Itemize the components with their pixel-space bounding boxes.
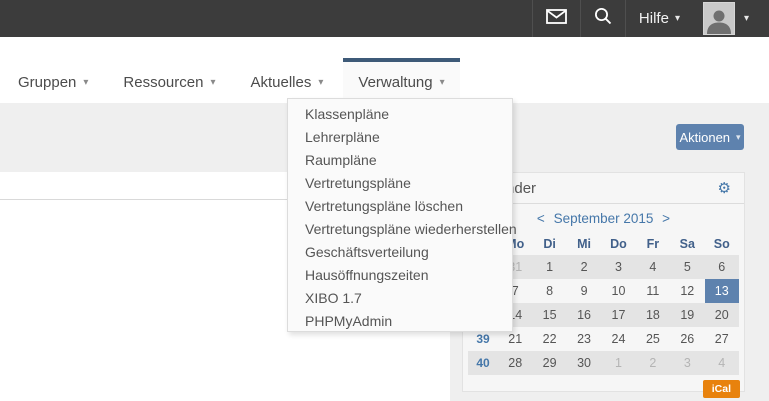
calendar-day[interactable]: 12: [670, 279, 704, 303]
menu-item[interactable]: Vertretungspläne löschen: [288, 195, 512, 218]
page: Hilfe ▾ ▾ Gruppen▾Ressourcen▾Aktuelles▾V…: [0, 0, 769, 401]
ical-button[interactable]: iCal: [703, 380, 740, 398]
calendar-day[interactable]: 4: [636, 255, 670, 279]
nav-item-gruppen[interactable]: Gruppen ▾: [3, 58, 103, 103]
menu-item[interactable]: Vertretungspläne: [288, 172, 512, 195]
calendar-day[interactable]: 23: [567, 327, 601, 351]
nav-item-label: Ressourcen: [123, 74, 203, 91]
help-menu[interactable]: Hilfe ▾: [625, 0, 693, 37]
actions-button-label: Aktionen: [679, 130, 730, 145]
calendar-day[interactable]: 8: [532, 279, 566, 303]
weekday-header: Mi: [567, 232, 601, 255]
menu-item[interactable]: Vertretungspläne wiederherstellen: [288, 218, 512, 241]
calendar-day[interactable]: 25: [636, 327, 670, 351]
menu-item[interactable]: Lehrerpläne: [288, 126, 512, 149]
calendar-week-row: 402829301234: [468, 351, 739, 375]
month-label: September 2015: [554, 211, 654, 226]
calendar-day[interactable]: 3: [670, 351, 704, 375]
calendar-day[interactable]: 30: [567, 351, 601, 375]
calendar-footer: iCal: [463, 375, 744, 398]
nav-item-label: Aktuelles: [250, 74, 311, 91]
nav-item-label: Gruppen: [18, 74, 76, 91]
menu-item[interactable]: Hausöffnungszeiten: [288, 264, 512, 287]
calendar-day[interactable]: 3: [601, 255, 635, 279]
next-month-button[interactable]: >: [662, 211, 670, 226]
prev-month-button[interactable]: <: [537, 211, 545, 226]
nav-item-aktuelles[interactable]: Aktuelles ▾: [235, 58, 338, 103]
calendar-day-selected[interactable]: 13: [705, 279, 739, 303]
weekday-header: Di: [532, 232, 566, 255]
main-navbar: Gruppen ▾ Ressourcen ▾ Aktuelles ▾ Verwaltung ▾: [0, 37, 769, 103]
calendar-day[interactable]: 17: [601, 303, 635, 327]
weekday-header: Do: [601, 232, 635, 255]
calendar-day[interactable]: 6: [705, 255, 739, 279]
calendar-day[interactable]: 2: [567, 255, 601, 279]
menu-item[interactable]: Raumpläne: [288, 149, 512, 172]
verwaltung-dropdown-menu: KlassenpläneLehrerpläneRaumpläneVertretu…: [287, 98, 513, 332]
gear-icon[interactable]: ⚙: [718, 181, 731, 196]
calendar-day[interactable]: 11: [636, 279, 670, 303]
calendar-day[interactable]: 16: [567, 303, 601, 327]
search-icon: [594, 7, 612, 30]
calendar-day[interactable]: 19: [670, 303, 704, 327]
calendar-day[interactable]: 10: [601, 279, 635, 303]
calendar-day[interactable]: 5: [670, 255, 704, 279]
menu-item[interactable]: PHPMyAdmin: [288, 310, 512, 333]
calendar-day[interactable]: 22: [532, 327, 566, 351]
calendar-day[interactable]: 1: [601, 351, 635, 375]
navbar-items: Gruppen ▾ Ressourcen ▾ Aktuelles ▾ Verwaltung ▾: [3, 58, 465, 103]
calendar-day[interactable]: 29: [532, 351, 566, 375]
mail-icon: [546, 9, 567, 29]
menu-item[interactable]: XIBO 1.7: [288, 287, 512, 310]
weekday-header: Fr: [636, 232, 670, 255]
calendar-day[interactable]: 9: [567, 279, 601, 303]
search-button[interactable]: [580, 0, 625, 37]
calendar-day[interactable]: 26: [670, 327, 704, 351]
weekday-header: So: [705, 232, 739, 255]
menu-item[interactable]: Klassenpläne: [288, 103, 512, 126]
chevron-down-icon: ▾: [440, 78, 445, 88]
calendar-day[interactable]: 18: [636, 303, 670, 327]
mail-button[interactable]: [532, 0, 580, 37]
nav-item-label: Verwaltung: [358, 74, 432, 91]
week-number: 40: [468, 351, 498, 375]
weekday-header: Sa: [670, 232, 704, 255]
nav-item-verwaltung[interactable]: Verwaltung ▾: [343, 58, 459, 103]
calendar-day[interactable]: 1: [532, 255, 566, 279]
calendar-day[interactable]: 27: [705, 327, 739, 351]
chevron-down-icon: ▾: [736, 133, 741, 142]
calendar-day[interactable]: 24: [601, 327, 635, 351]
help-label: Hilfe: [639, 10, 669, 27]
chevron-down-icon: ▾: [675, 14, 680, 24]
calendar-day[interactable]: 4: [705, 351, 739, 375]
chevron-down-icon: ▾: [318, 78, 323, 88]
chevron-down-icon: ▾: [83, 78, 88, 88]
calendar-day[interactable]: 28: [498, 351, 532, 375]
actions-button[interactable]: Aktionen ▾: [676, 124, 744, 150]
calendar-day[interactable]: 2: [636, 351, 670, 375]
chevron-down-icon: ▾: [744, 14, 749, 24]
chevron-down-icon: ▾: [210, 78, 215, 88]
topbar: Hilfe ▾ ▾: [0, 0, 769, 37]
avatar: [703, 2, 735, 35]
menu-item[interactable]: Geschäftsverteilung: [288, 241, 512, 264]
calendar-day[interactable]: 20: [705, 303, 739, 327]
calendar-day[interactable]: 15: [532, 303, 566, 327]
user-menu[interactable]: ▾: [693, 0, 759, 37]
nav-item-ressourcen[interactable]: Ressourcen ▾: [108, 58, 230, 103]
